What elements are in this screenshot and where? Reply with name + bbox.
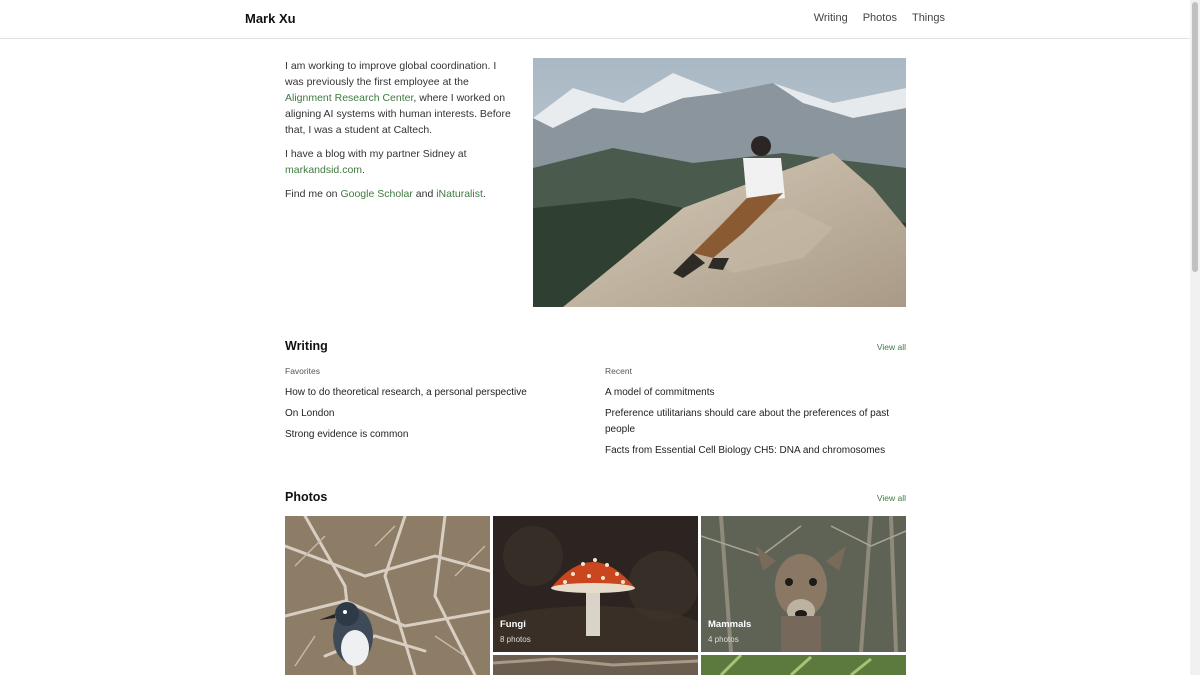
profile-photo	[533, 58, 906, 307]
intro-paragraph-blog: I have a blog with my partner Sidney at …	[285, 146, 515, 178]
google-scholar-link[interactable]: Google Scholar	[340, 188, 412, 200]
mammals-title: Mammals	[708, 619, 752, 630]
intro-text-span: and	[412, 188, 437, 200]
recent-column: Recent A model of commitments Preference…	[605, 366, 905, 464]
site-brand-link[interactable]: Mark Xu	[245, 11, 296, 26]
mammals-caption: Mammals 4 photos	[708, 619, 751, 644]
writing-section-header: Writing View all	[285, 339, 906, 353]
intro-paragraph-profiles: Find me on Google Scholar and iNaturalis…	[285, 186, 515, 202]
recent-label: Recent	[605, 366, 632, 376]
main-nav: Writing Photos Things	[814, 12, 945, 24]
nav-writing-link[interactable]: Writing	[814, 12, 848, 24]
nav-things-link[interactable]: Things	[912, 12, 945, 24]
intro-text: I am working to improve global coordinat…	[285, 58, 515, 210]
intro-text-span: .	[362, 164, 365, 176]
post-link[interactable]: Preference utilitarians should care abou…	[605, 406, 905, 438]
writing-section-title: Writing	[285, 339, 328, 353]
post-link[interactable]: A model of commitments	[605, 385, 905, 401]
post-link[interactable]: Strong evidence is common	[285, 427, 585, 443]
photo-album-fungi[interactable]: Fungi 8 photos	[493, 516, 698, 652]
favorites-label: Favorites	[285, 366, 320, 376]
intro-text-span: Find me on	[285, 188, 341, 200]
photos-section-header: Photos View all	[285, 490, 906, 504]
photo-album-tile[interactable]	[493, 655, 698, 675]
intro-text-span: I have a blog with my partner Sidney at	[285, 148, 467, 160]
post-link[interactable]: Facts from Essential Cell Biology CH5: D…	[605, 443, 905, 459]
fungi-caption: Fungi 8 photos	[500, 619, 531, 644]
mammals-count: 4 photos	[708, 635, 739, 644]
post-link[interactable]: On London	[285, 406, 585, 422]
nav-photos-link[interactable]: Photos	[863, 12, 897, 24]
intro-text-span: I am working to improve global coordinat…	[285, 60, 497, 88]
intro-paragraph-work: I am working to improve global coordinat…	[285, 58, 515, 138]
blog-link[interactable]: markandsid.com	[285, 164, 362, 176]
top-navbar: Mark Xu Writing Photos Things	[0, 0, 1190, 39]
photo-album-birds[interactable]	[285, 516, 490, 675]
photos-section-title: Photos	[285, 490, 328, 504]
writing-view-all-link[interactable]: View all	[877, 342, 906, 352]
inaturalist-link[interactable]: iNaturalist	[436, 188, 483, 200]
favorites-column: Favorites How to do theoretical research…	[285, 366, 585, 448]
scrollbar-thumb[interactable]	[1192, 2, 1198, 272]
intro-text-span: .	[482, 188, 486, 200]
photo-album-mammals[interactable]: Mammals 4 photos	[701, 516, 906, 652]
fungi-title: Fungi	[500, 619, 526, 630]
fungi-count: 8 photos	[500, 635, 531, 644]
arc-link[interactable]: Alignment Research Center	[285, 92, 413, 104]
photo-album-tile[interactable]	[701, 655, 906, 675]
page-scrollbar[interactable]	[1190, 0, 1200, 675]
photos-view-all-link[interactable]: View all	[877, 493, 906, 503]
post-link[interactable]: How to do theoretical research, a person…	[285, 385, 585, 401]
